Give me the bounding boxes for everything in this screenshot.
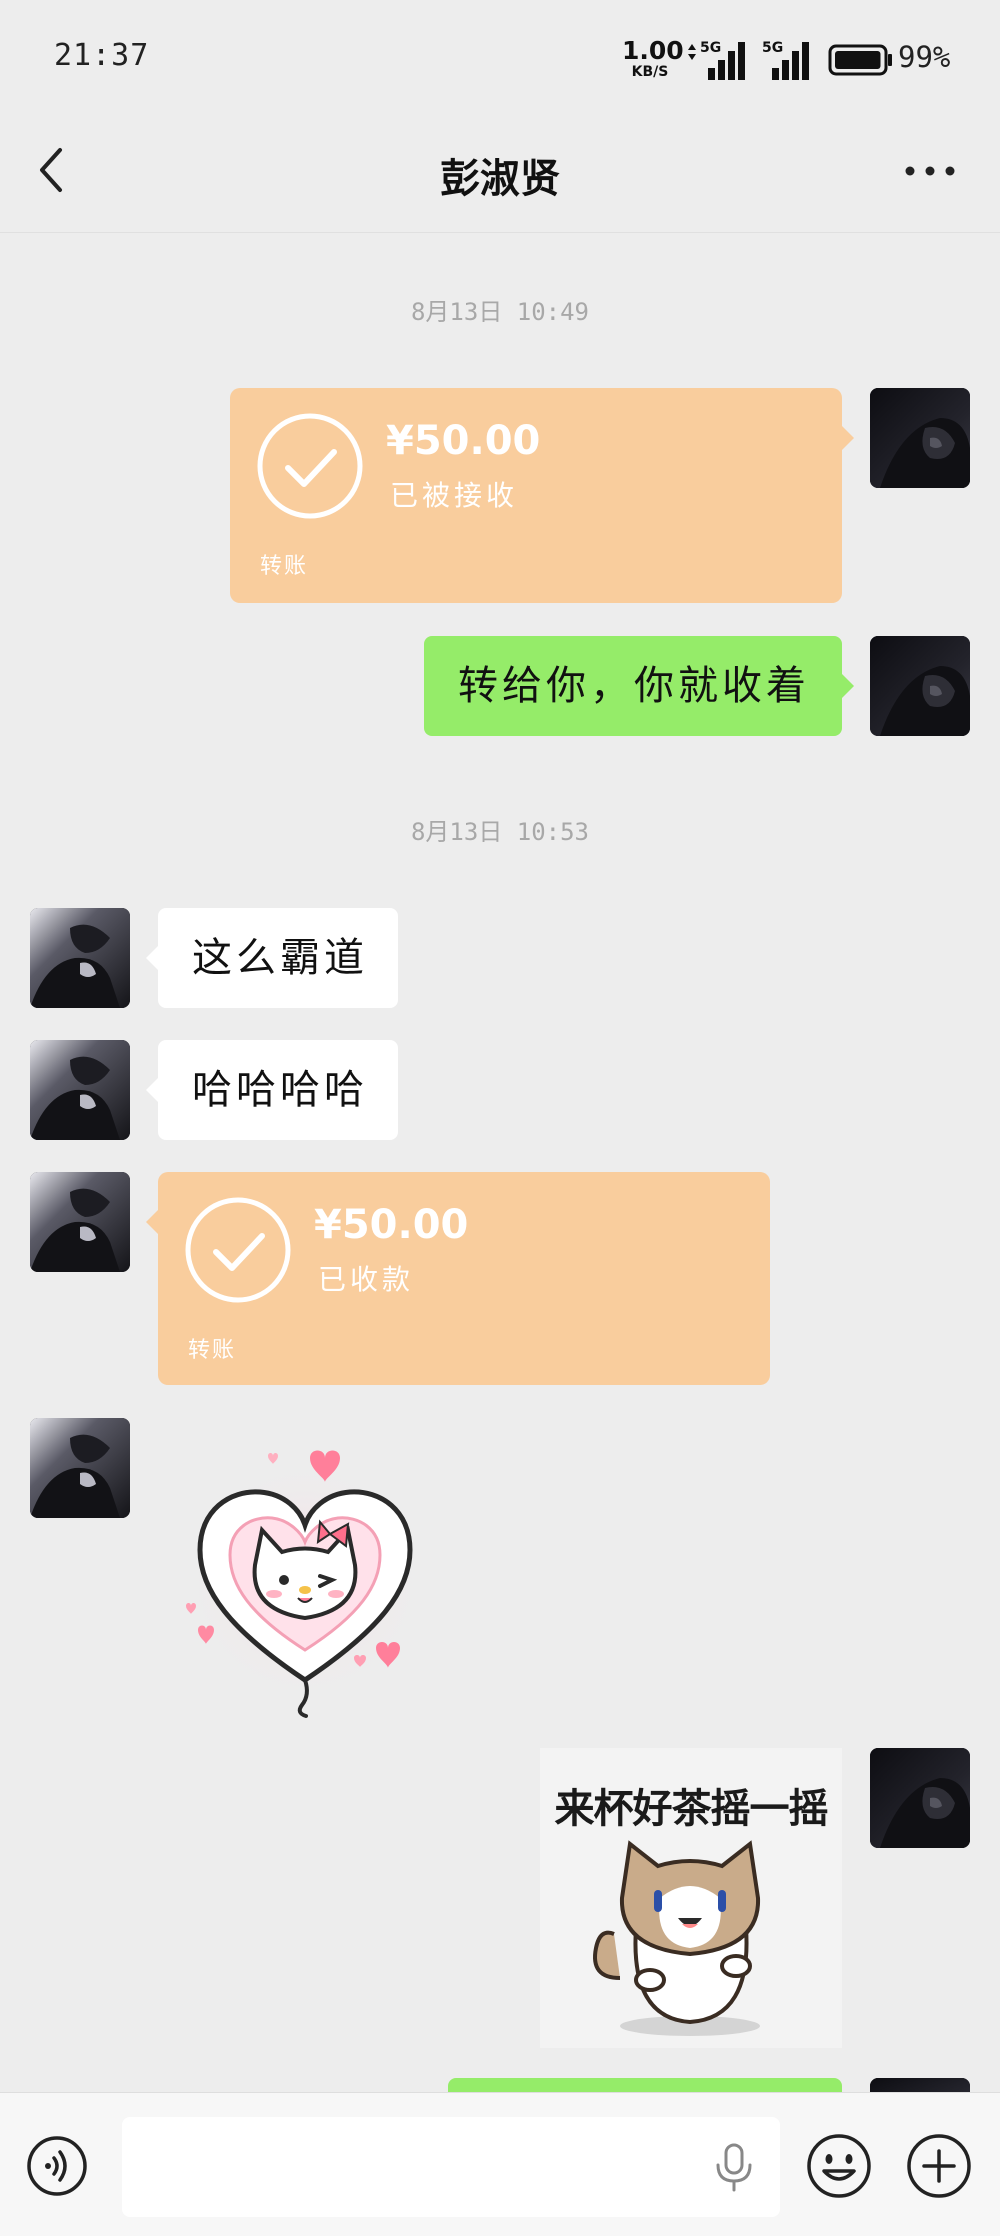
avatar-image — [870, 1748, 970, 1848]
signal-1-icon: 5G — [686, 38, 752, 82]
timestamp: 8月13日 10:49 — [410, 298, 590, 326]
chat-title: 彭淑贤 — [440, 156, 560, 202]
heart-cat-sticker-image — [185, 1450, 425, 1718]
transfer-card-sent[interactable]: ¥50.00 已被接收 转账 — [230, 388, 854, 603]
check-circle-icon — [185, 1197, 291, 1303]
voice-icon — [27, 2136, 87, 2196]
avatar-contact[interactable] — [30, 908, 130, 1008]
signal-2-icon: 5G — [758, 38, 818, 82]
message-bubble-received[interactable]: 这么霸道 — [158, 908, 398, 1008]
network-speed-unit: KB/S — [631, 64, 669, 80]
avatar-image — [30, 1172, 130, 1272]
bubble-tail — [146, 1078, 158, 1102]
avatar-image — [870, 388, 970, 488]
status-time: 21:37 — [54, 38, 150, 73]
transfer-label: 转账 — [188, 1338, 237, 1363]
sticker-tea-cat[interactable]: 来杯好茶摇一摇 — [540, 1748, 842, 2048]
check-circle-icon — [257, 413, 363, 519]
avatar-image — [870, 636, 970, 736]
message-bubble-received[interactable]: 哈哈哈哈 — [158, 1040, 398, 1140]
plus-icon — [907, 2134, 971, 2198]
network-speed-value: 1.00 — [622, 36, 684, 65]
signal-2-label: 5G — [762, 40, 783, 56]
signal-1-label: 5G — [700, 40, 721, 56]
battery-percent: 99% — [898, 40, 951, 74]
avatar-image — [30, 908, 130, 1008]
input-bar — [0, 2092, 1000, 2236]
transfer-label: 转账 — [260, 554, 309, 579]
avatar-contact[interactable] — [30, 1040, 130, 1140]
bubble-tail — [842, 674, 854, 698]
mic-button[interactable] — [712, 2143, 756, 2193]
back-button[interactable] — [30, 142, 80, 198]
avatar-contact[interactable] — [30, 1418, 130, 1518]
transfer-status: 已收款 — [318, 1263, 415, 1296]
voice-toggle-button[interactable] — [26, 2135, 88, 2197]
avatar-me[interactable] — [870, 1748, 970, 1848]
transfer-amount: ¥50.00 — [314, 1202, 469, 1248]
message-input[interactable] — [122, 2117, 780, 2217]
more-dots-icon — [905, 166, 955, 176]
emoji-button[interactable] — [806, 2133, 872, 2199]
tea-cat-sticker-image — [593, 1840, 761, 2036]
avatar-me[interactable] — [870, 388, 970, 488]
more-actions-button[interactable] — [906, 2133, 972, 2199]
status-bar: 21:37 1.00 KB/S 5G 5G 99% — [0, 0, 1000, 112]
sticker-heart-cat[interactable] — [170, 1430, 440, 1720]
chevron-left-icon — [40, 148, 62, 192]
timestamp: 8月13日 10:53 — [410, 818, 590, 846]
battery-icon — [828, 44, 894, 76]
transfer-amount: ¥50.00 — [386, 418, 541, 464]
network-speed: 1.00 KB/S — [622, 36, 684, 80]
avatar-image — [30, 1040, 130, 1140]
message-bubble-sent[interactable]: 转给你，你就收着 — [424, 636, 842, 736]
bubble-tail — [146, 946, 158, 970]
nav-bar: 彭淑贤 — [0, 112, 1000, 233]
emoji-icon — [807, 2134, 871, 2198]
transfer-status: 已被接收 — [390, 479, 519, 512]
mic-icon — [716, 2143, 752, 2192]
transfer-card-received[interactable]: ¥50.00 已收款 转账 — [146, 1172, 770, 1385]
avatar-image — [30, 1418, 130, 1518]
more-button[interactable] — [898, 146, 962, 196]
avatar-contact[interactable] — [30, 1172, 130, 1272]
avatar-me[interactable] — [870, 636, 970, 736]
